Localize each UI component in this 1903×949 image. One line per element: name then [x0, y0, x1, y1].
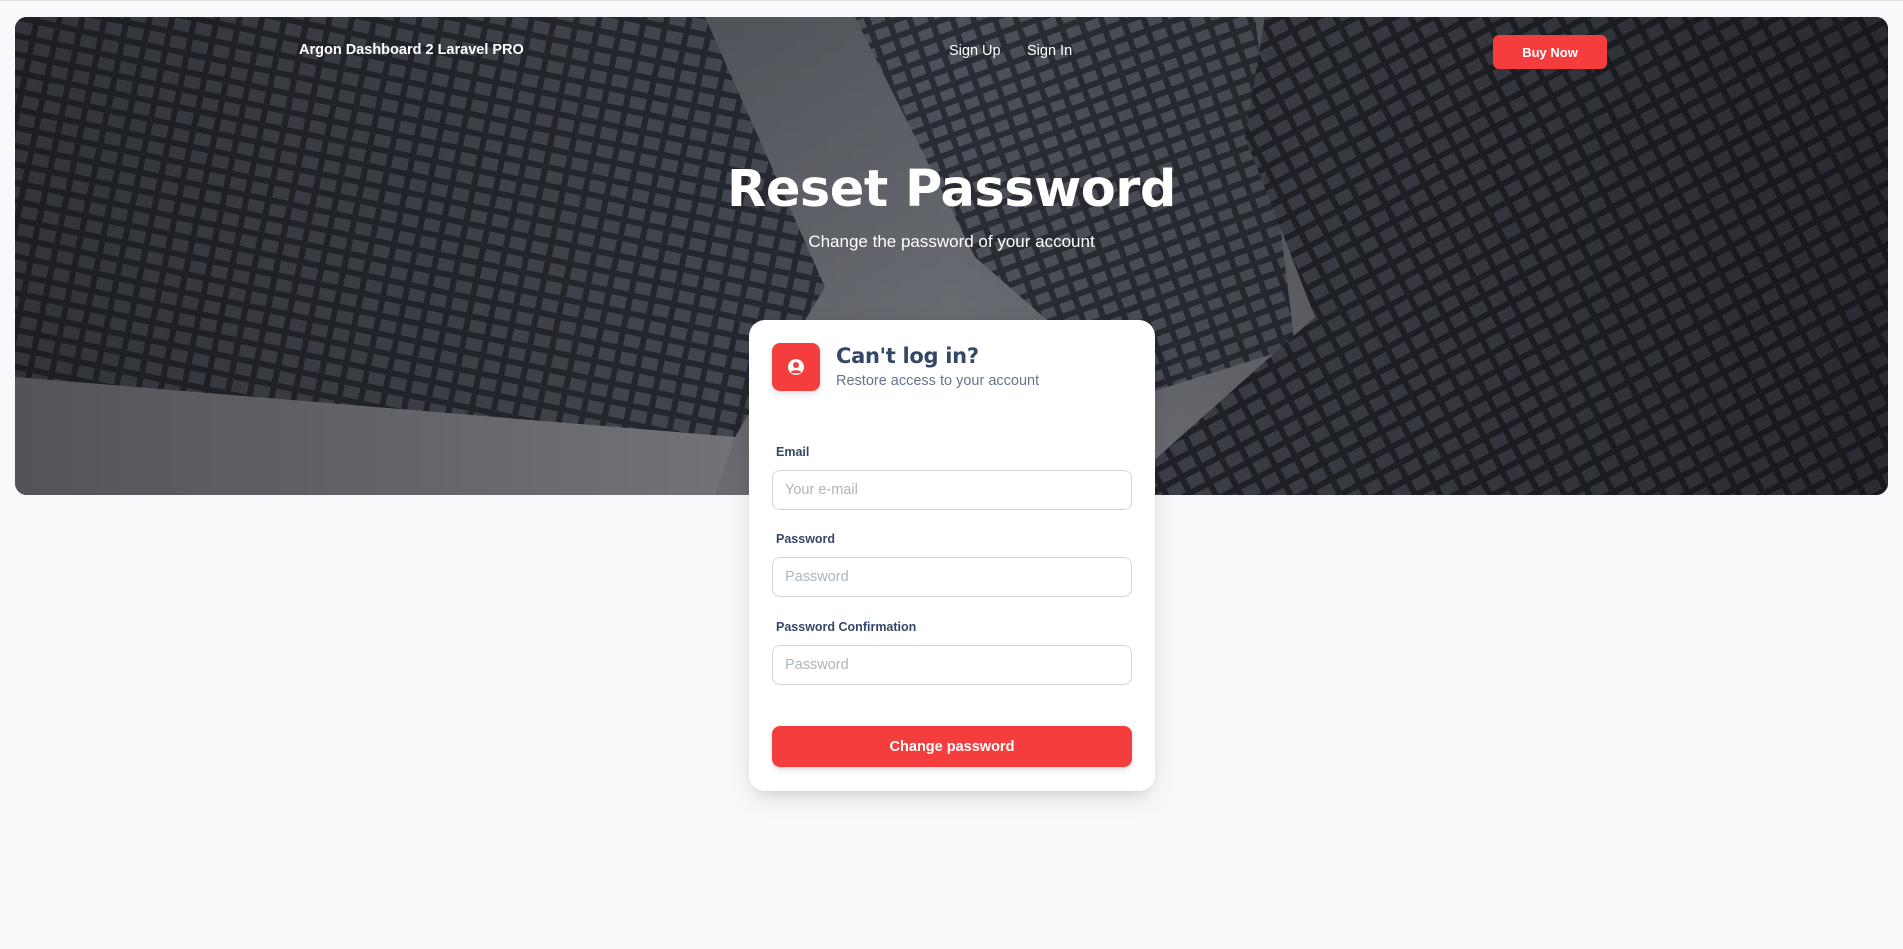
- page-title: Reset Password: [727, 160, 1176, 219]
- change-password-button[interactable]: Change password: [772, 726, 1132, 767]
- page-subtitle: Change the password of your account: [808, 232, 1095, 251]
- card-subtitle: Restore access to your account: [836, 373, 1040, 389]
- brand-link[interactable]: Argon Dashboard 2 Laravel PRO: [299, 42, 524, 58]
- password-confirmation-label: Password Confirmation: [776, 620, 917, 634]
- reset-password-card: Can't log in? Restore access to your acc…: [749, 320, 1155, 791]
- password-confirmation-input[interactable]: [772, 645, 1132, 685]
- nav-sign-in-link[interactable]: Sign In: [1027, 43, 1072, 59]
- nav-sign-up-link[interactable]: Sign Up: [949, 43, 1001, 59]
- email-input[interactable]: [772, 470, 1132, 510]
- user-circle-icon: [788, 359, 804, 375]
- top-border: [0, 0, 1903, 1]
- card-title: Can't log in?: [836, 344, 979, 368]
- email-label: Email: [776, 445, 810, 459]
- password-input[interactable]: [772, 557, 1132, 597]
- password-label: Password: [776, 532, 836, 546]
- buy-now-button[interactable]: Buy Now: [1493, 35, 1607, 69]
- card-icon-badge: [772, 343, 820, 391]
